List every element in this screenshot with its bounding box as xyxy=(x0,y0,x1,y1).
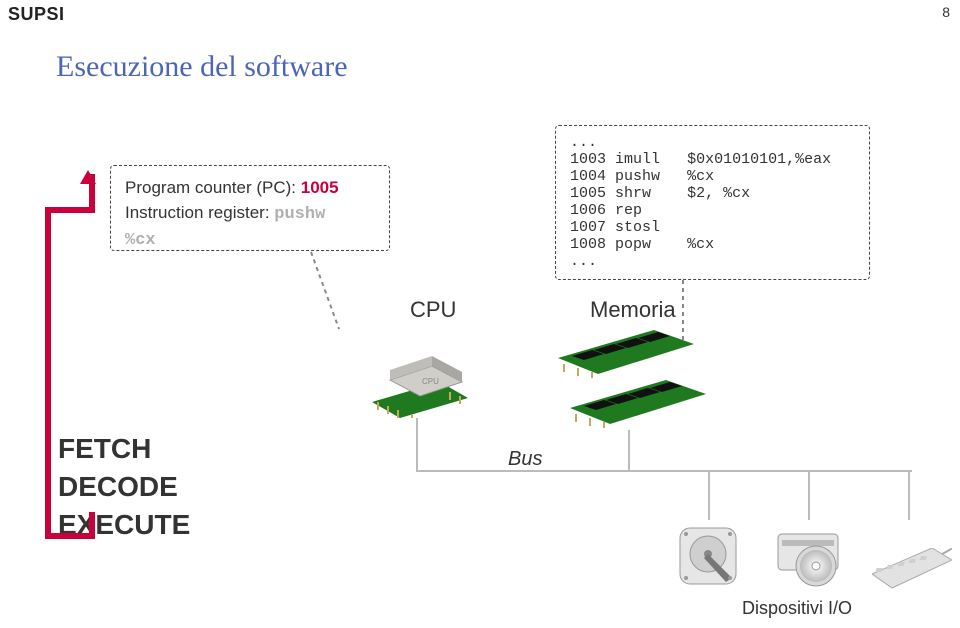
memory-label: Memoria xyxy=(590,297,676,323)
hdd-icon xyxy=(672,520,744,592)
ir-value: pushw xyxy=(274,205,325,224)
keyboard-icon xyxy=(872,548,952,590)
io-label: Dispositivi I/O xyxy=(742,598,852,619)
optical-drive-icon xyxy=(772,520,844,592)
pc-value: 1005 xyxy=(301,178,339,197)
bus-line xyxy=(808,470,810,520)
mem-row: 1005 shrw $2, %cx xyxy=(570,185,855,202)
ir-register: %cx xyxy=(125,231,156,250)
cpu-chip-icon: CPU xyxy=(372,330,468,418)
pc-label: Program counter (PC): xyxy=(125,178,301,197)
mem-row: 1008 popw %cx xyxy=(570,236,855,253)
loop-arrow-icon xyxy=(40,170,98,550)
bus-line xyxy=(628,430,630,470)
cpu-state-box: Program counter (PC): 1005 Instruction r… xyxy=(110,165,390,251)
cpu-label: CPU xyxy=(410,297,456,323)
mem-row: 1003 imull $0x01010101,%eax xyxy=(570,151,855,168)
bus-line xyxy=(708,470,710,520)
page-number: 8 xyxy=(942,4,950,20)
mem-row: 1004 pushw %cx xyxy=(570,168,855,185)
mem-row: ... xyxy=(570,134,855,151)
ram-stick-icon xyxy=(570,380,706,428)
memory-listing-box: ... 1003 imull $0x01010101,%eax 1004 pus… xyxy=(555,125,870,280)
mem-row: ... xyxy=(570,253,855,270)
mem-row: 1006 rep xyxy=(570,202,855,219)
bus-line xyxy=(908,470,910,520)
ram-stick-icon xyxy=(558,330,694,378)
svg-text:CPU: CPU xyxy=(422,377,439,386)
brand-logo: SUPSI xyxy=(8,4,65,25)
mem-row: 1007 stosl xyxy=(570,219,855,236)
page-title: Esecuzione del software xyxy=(56,50,348,84)
bus-line xyxy=(416,470,912,472)
cpu-box-connector xyxy=(310,252,340,330)
bus-line xyxy=(416,418,418,470)
bus-label: Bus xyxy=(508,448,542,471)
ir-label: Instruction register: xyxy=(125,203,274,222)
